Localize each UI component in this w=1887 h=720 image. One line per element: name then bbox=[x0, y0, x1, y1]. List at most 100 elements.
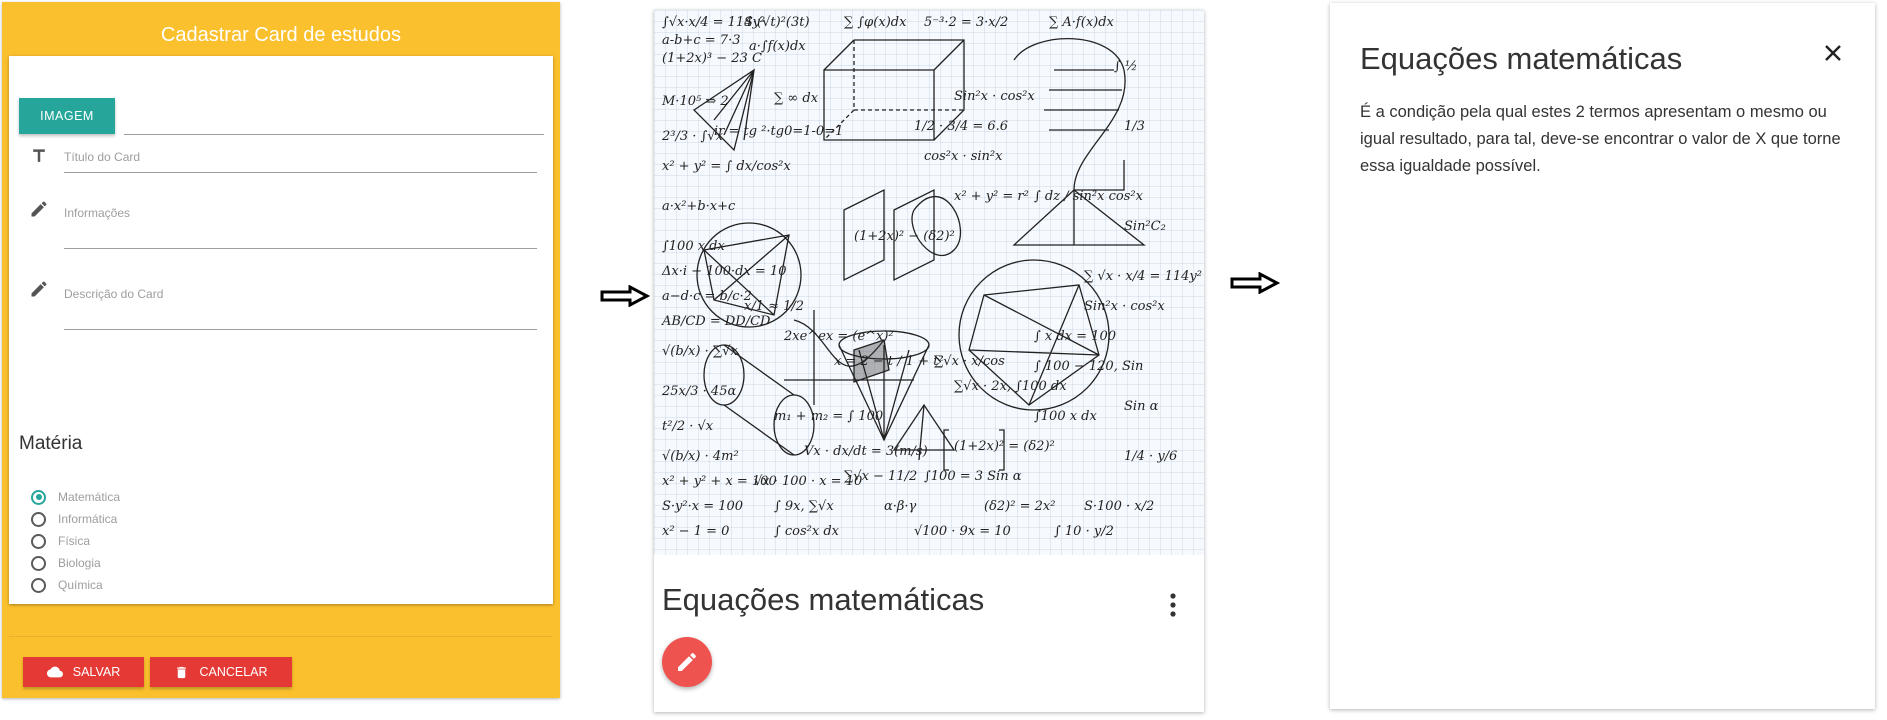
svg-text:(δ2)² = 2x²: (δ2)² = 2x² bbox=[984, 499, 1055, 514]
svg-text:∑ ∞ dx: ∑ ∞ dx bbox=[774, 91, 819, 106]
description-pencil-icon bbox=[31, 281, 47, 297]
svg-text:Sin²x · cos²x: Sin²x · cos²x bbox=[954, 89, 1035, 104]
reveal-title: Equações matemáticas bbox=[1360, 41, 1683, 76]
cloud-icon bbox=[46, 666, 63, 678]
svg-text:ir = tg ²·tg0=1-0=1: ir = tg ²·tg0=1-0=1 bbox=[714, 124, 843, 139]
info-pencil-icon bbox=[31, 201, 47, 217]
file-path-field[interactable] bbox=[124, 134, 544, 135]
svg-text:∑√x − 11/2: ∑√x − 11/2 bbox=[844, 469, 917, 484]
form-title: Cadastrar Card de estudos bbox=[160, 24, 402, 46]
svg-text:∫ x dx = 100: ∫ x dx = 100 bbox=[1034, 329, 1116, 344]
subject-heading: Matéria bbox=[19, 433, 83, 454]
radio-label: Informática bbox=[58, 512, 118, 526]
reveal-description: É a condição pela qual estes 2 termos ap… bbox=[1360, 103, 1841, 175]
svg-text:S·(√t)²(3t): S·(√t)²(3t) bbox=[744, 15, 810, 30]
svg-text:x² − 1 = 0: x² − 1 = 0 bbox=[662, 524, 729, 539]
svg-text:Vx · dx/dt = 3(m/s): Vx · dx/dt = 3(m/s) bbox=[804, 444, 928, 459]
image-upload-button[interactable]: IMAGEM bbox=[19, 98, 115, 134]
math-doodle-illustration: ∫√x·x/4 = 114y² S·(√t)²(3t) ∑ ∫φ(x)dx 5⁻… bbox=[661, 15, 1202, 539]
svg-text:∑ ∫φ(x)dx: ∑ ∫φ(x)dx bbox=[844, 15, 907, 30]
svg-text:∑ A·f(x)dx: ∑ A·f(x)dx bbox=[1049, 15, 1115, 30]
save-button[interactable]: SALVAR bbox=[23, 657, 144, 687]
save-label: SALVAR bbox=[72, 665, 121, 679]
cancel-button[interactable]: CANCELAR bbox=[150, 657, 292, 687]
svg-text:Sin²x · cos²x: Sin²x · cos²x bbox=[1084, 299, 1165, 314]
arrow-right-icon bbox=[600, 285, 650, 307]
radio-option[interactable]: Informática bbox=[31, 510, 117, 528]
svg-text:(1+2x)³ − 23 C: (1+2x)³ − 23 C bbox=[662, 51, 762, 66]
svg-text:∫ cos²x dx: ∫ cos²x dx bbox=[774, 524, 840, 539]
svg-text:(1+2x)² − (δ2)²: (1+2x)² − (δ2)² bbox=[854, 229, 955, 244]
svg-text:25x/3 · 45α: 25x/3 · 45α bbox=[661, 384, 736, 399]
pencil-icon bbox=[678, 652, 697, 671]
svg-text:a·∫f(x)dx: a·∫f(x)dx bbox=[749, 39, 806, 54]
radio-option[interactable]: Matemática bbox=[31, 488, 120, 506]
svg-text:m₁ + m₂ = ∫ 100: m₁ + m₂ = ∫ 100 bbox=[774, 409, 883, 424]
radio-button[interactable] bbox=[31, 511, 46, 527]
radio-button[interactable] bbox=[31, 555, 46, 571]
register-card-panel: Cadastrar Card de estudos IMAGEM Matéria… bbox=[2, 2, 560, 698]
radio-option[interactable]: Química bbox=[31, 576, 103, 594]
svg-text:∫ 9x, ∑√x: ∫ 9x, ∑√x bbox=[774, 499, 834, 514]
svg-text:(1+2x)² = (δ2)²: (1+2x)² = (δ2)² bbox=[954, 439, 1055, 454]
svg-text:Sin²C₂: Sin²C₂ bbox=[1124, 219, 1166, 234]
svg-text:∫ ½: ∫ ½ bbox=[1114, 59, 1138, 74]
svg-text:1/3: 1/3 bbox=[1124, 119, 1145, 134]
text-format-icon bbox=[33, 149, 45, 162]
study-card: ∫√x·x/4 = 114y² S·(√t)²(3t) ∑ ∫φ(x)dx 5⁻… bbox=[654, 10, 1204, 712]
radio-button[interactable] bbox=[31, 489, 46, 505]
svg-text:∫ 10 · y/2: ∫ 10 · y/2 bbox=[1054, 524, 1114, 539]
description-input[interactable] bbox=[64, 287, 537, 330]
card-title[interactable]: Equações matemáticas bbox=[662, 582, 984, 618]
card-reveal-panel: Equações matemáticas É a condição pela q… bbox=[1330, 3, 1875, 709]
cancel-label: CANCELAR bbox=[199, 665, 268, 679]
svg-text:a-b+c = 7·3: a-b+c = 7·3 bbox=[662, 33, 740, 48]
info-input[interactable] bbox=[64, 206, 537, 249]
svg-text:Sin α: Sin α bbox=[1124, 399, 1159, 414]
radio-button[interactable] bbox=[31, 577, 46, 593]
svg-text:1/2 · 3/4 = 6.6: 1/2 · 3/4 = 6.6 bbox=[914, 119, 1008, 134]
svg-text:√100 · 9x = 10: √100 · 9x = 10 bbox=[914, 524, 1011, 539]
edit-fab-button[interactable] bbox=[662, 637, 712, 687]
svg-text:5⁻³·2 = 3·x/2: 5⁻³·2 = 3·x/2 bbox=[924, 15, 1008, 30]
close-icon[interactable] bbox=[1821, 41, 1845, 65]
svg-text:∑√x · 2x, ∫100 dx: ∑√x · 2x, ∫100 dx bbox=[954, 379, 1067, 394]
svg-text:∑ √x · x/4 = 114y²: ∑ √x · x/4 = 114y² bbox=[1084, 269, 1202, 284]
svg-text:cos²x · sin²x: cos²x · sin²x bbox=[924, 149, 1003, 164]
radio-label: Física bbox=[58, 534, 91, 548]
svg-text:∫100 x dx: ∫100 x dx bbox=[662, 239, 726, 254]
svg-text:Δx·i − 100·dx = 10: Δx·i − 100·dx = 10 bbox=[661, 264, 786, 279]
svg-text:x² + y² = ∫ dx/cos²x: x² + y² = ∫ dx/cos²x bbox=[662, 159, 791, 174]
more-vert-icon[interactable] bbox=[1166, 592, 1180, 618]
card-title-input[interactable] bbox=[64, 150, 537, 173]
arrow-right-icon bbox=[1230, 272, 1280, 294]
radio-label: Química bbox=[58, 578, 103, 592]
svg-text:∫100 x dx: ∫100 x dx bbox=[1034, 409, 1098, 424]
svg-text:∫ 100 − 120, Sin: ∫ 100 − 120, Sin bbox=[1034, 359, 1143, 374]
svg-text:x/1 ≈ 1/2: x/1 ≈ 1/2 bbox=[744, 299, 804, 314]
svg-text:x = 2 − t / 1 + t²: x = 2 − t / 1 + t² bbox=[834, 354, 944, 369]
svg-text:√(b/x) · ∑√x: √(b/x) · ∑√x bbox=[662, 344, 738, 359]
radio-option[interactable]: Física bbox=[31, 532, 90, 550]
math-formulas-image: ∫√x·x/4 = 114y² S·(√t)²(3t) ∑ ∫φ(x)dx 5⁻… bbox=[654, 10, 1204, 555]
form-card: IMAGEM Matéria Matemática Informática Fí… bbox=[9, 56, 553, 604]
svg-text:2xe^ex = (e^x)²: 2xe^ex = (e^x)² bbox=[783, 329, 894, 344]
radio-option[interactable]: Biologia bbox=[31, 554, 101, 572]
svg-text:a−d·c = b/c·2: a−d·c = b/c·2 bbox=[662, 289, 752, 304]
radio-label: Biologia bbox=[58, 556, 101, 570]
svg-text:S·y²·x = 100: S·y²·x = 100 bbox=[662, 499, 743, 514]
svg-text:M·10⁵ ⇒ 2: M·10⁵ ⇒ 2 bbox=[661, 94, 729, 109]
svg-text:t²/2 · √x: t²/2 · √x bbox=[662, 419, 714, 434]
svg-text:α·β·γ: α·β·γ bbox=[884, 499, 917, 514]
svg-text:1/4 · y/6: 1/4 · y/6 bbox=[1124, 449, 1177, 464]
svg-text:a·x²+b·x+c: a·x²+b·x+c bbox=[662, 199, 736, 214]
divider bbox=[9, 636, 553, 637]
radio-button[interactable] bbox=[31, 533, 46, 549]
svg-text:∫ dz / sin²x cos²x: ∫ dz / sin²x cos²x bbox=[1034, 189, 1144, 204]
svg-text:∫100 = 3 Sin α: ∫100 = 3 Sin α bbox=[924, 469, 1022, 484]
radio-label: Matemática bbox=[58, 490, 121, 504]
svg-text:√(b/x) · 4m²: √(b/x) · 4m² bbox=[662, 449, 739, 464]
svg-text:∑√x · x/cos: ∑√x · x/cos bbox=[934, 354, 1005, 369]
trash-icon bbox=[177, 666, 187, 678]
svg-text:AB/CD = DD/CD: AB/CD = DD/CD bbox=[661, 314, 771, 329]
